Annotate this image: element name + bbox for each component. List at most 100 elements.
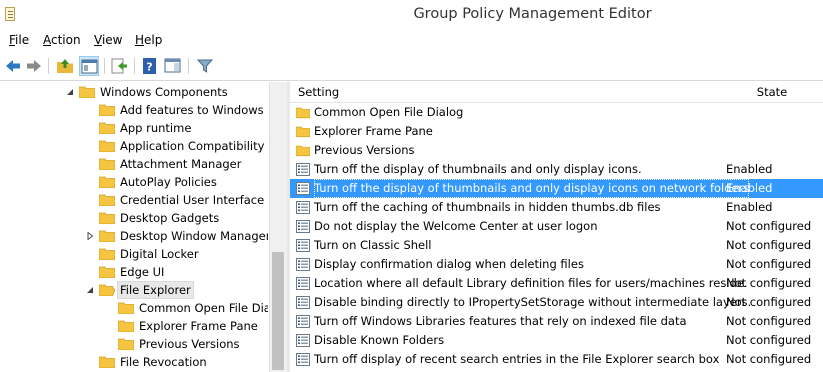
window-title: Group Policy Management Editor — [413, 6, 652, 22]
setting-name: Turn on Classic Shell — [314, 238, 432, 252]
menu-action[interactable]: Action — [43, 33, 81, 47]
tree-scrollbar[interactable] — [269, 82, 287, 372]
policy-setting-icon — [296, 239, 310, 252]
policy-setting-icon — [296, 277, 310, 290]
setting-state: Not configured — [726, 314, 812, 328]
setting-name: Location where all default Library defin… — [314, 276, 748, 290]
list-folder-row[interactable]: Common Open File Dialog — [290, 103, 823, 122]
setting-state: Enabled — [726, 181, 773, 195]
tree-item-desktop-window-manager[interactable]: Desktop Window Manager — [0, 227, 268, 245]
list-policy-row[interactable]: Display confirmation dialog when deletin… — [290, 255, 823, 274]
collapsed-arrow-icon[interactable] — [86, 232, 94, 240]
policy-setting-icon — [296, 220, 310, 233]
tree-item-explorer-frame-pane[interactable]: Explorer Frame Pane — [0, 317, 268, 335]
expanded-arrow-icon[interactable] — [86, 286, 94, 294]
menu-file[interactable]: File — [9, 33, 29, 47]
scrollbar-thumb[interactable] — [272, 252, 284, 370]
folder-icon — [99, 230, 115, 242]
setting-state: Not configured — [726, 219, 812, 233]
forward-arrow-icon[interactable] — [24, 56, 44, 76]
list-policy-row[interactable]: Turn off the caching of thumbnails in hi… — [290, 198, 823, 217]
up-folder-icon[interactable] — [55, 56, 75, 76]
folder-icon — [79, 86, 95, 98]
tree-item-application-compatibility[interactable]: Application Compatibility — [0, 137, 268, 155]
setting-name: Turn off the display of thumbnails and o… — [314, 162, 642, 176]
list-policy-row[interactable]: Turn off display of recent search entrie… — [290, 350, 823, 369]
list-policy-row[interactable]: Disable binding directly to IPropertySet… — [290, 293, 823, 312]
help-icon[interactable]: ? — [140, 56, 160, 76]
list-folder-row[interactable]: Previous Versions — [290, 141, 823, 160]
column-header-setting[interactable]: Setting — [290, 82, 729, 103]
folder-icon — [99, 176, 115, 188]
setting-state: Not configured — [726, 257, 812, 271]
folder-icon — [99, 122, 115, 134]
back-arrow-icon[interactable] — [3, 56, 23, 76]
setting-state: Not configured — [726, 295, 812, 309]
menu-help[interactable]: Help — [135, 33, 162, 47]
show-hide-tree-icon[interactable] — [79, 56, 99, 76]
folder-icon — [99, 140, 115, 152]
setting-name: Disable binding directly to IPropertySet… — [314, 295, 752, 309]
policy-setting-icon — [296, 163, 310, 176]
tree-item-digital-locker[interactable]: Digital Locker — [0, 245, 268, 263]
tree-item-autoplay-policies[interactable]: AutoPlay Policies — [0, 173, 268, 191]
expanded-arrow-icon[interactable] — [66, 88, 74, 96]
tree-pane[interactable]: Windows Components Add features to Windo… — [0, 82, 268, 372]
folder-icon — [99, 212, 115, 224]
setting-name: Display confirmation dialog when deletin… — [314, 257, 584, 271]
setting-state: Enabled — [726, 200, 773, 214]
title-bar: Group Policy Management Editor — [0, 0, 823, 30]
tree-item-app-runtime[interactable]: App runtime — [0, 119, 268, 137]
menu-view[interactable]: View — [94, 33, 122, 47]
toolbar: ? — [0, 52, 823, 81]
tree-item-attachment-manager[interactable]: Attachment Manager — [0, 155, 268, 173]
list-policy-row[interactable]: Turn off the display of thumbnails and o… — [290, 179, 823, 198]
folder-icon — [296, 107, 310, 119]
setting-name: Previous Versions — [314, 143, 415, 157]
setting-name: Turn off the display of thumbnails and o… — [314, 179, 750, 198]
tree-item-credential-user-interface[interactable]: Credential User Interface — [0, 191, 268, 209]
setting-state: Not configured — [726, 238, 812, 252]
properties-pane-icon[interactable] — [163, 56, 183, 76]
column-header-state[interactable]: State — [721, 82, 823, 103]
folder-icon — [99, 194, 115, 206]
tree-item-common-open-file-dialog[interactable]: Common Open File Dialog — [0, 299, 268, 317]
tree-item-previous-versions[interactable]: Previous Versions — [0, 335, 268, 353]
setting-state: Enabled — [726, 162, 773, 176]
setting-name: Do not display the Welcome Center at use… — [314, 219, 598, 233]
policy-setting-icon — [296, 296, 310, 309]
policy-setting-icon — [296, 353, 310, 366]
list-policy-row[interactable]: Disable Known Folders Not configured — [290, 331, 823, 350]
tree-item-windows-components[interactable]: Windows Components — [0, 83, 268, 101]
folder-icon — [296, 145, 310, 157]
policy-setting-icon — [296, 258, 310, 271]
filter-icon[interactable] — [195, 56, 215, 76]
svg-text:?: ? — [146, 61, 152, 74]
list-folder-row[interactable]: Explorer Frame Pane — [290, 122, 823, 141]
tree-item-edge-ui[interactable]: Edge UI — [0, 263, 268, 281]
setting-name: Explorer Frame Pane — [314, 124, 433, 138]
list-policy-row[interactable]: Turn off the display of thumbnails and o… — [290, 160, 823, 179]
open-folder-icon — [99, 284, 115, 296]
folder-icon — [99, 104, 115, 116]
policy-setting-icon — [296, 201, 310, 214]
tree-item-file-explorer[interactable]: File Explorer — [0, 281, 268, 299]
list-policy-row[interactable]: Location where all default Library defin… — [290, 274, 823, 293]
list-policy-row[interactable]: Turn on Classic Shell Not configured — [290, 236, 823, 255]
folder-icon — [99, 248, 115, 260]
menu-bar: File Action View Help — [0, 30, 823, 52]
list-policy-row[interactable]: Do not display the Welcome Center at use… — [290, 217, 823, 236]
tree-item-file-revocation[interactable]: File Revocation — [0, 353, 268, 371]
folder-icon — [99, 266, 115, 278]
policy-setting-icon — [296, 182, 310, 195]
list-policy-row[interactable]: Turn off Windows Libraries features that… — [290, 312, 823, 331]
tree-item-desktop-gadgets[interactable]: Desktop Gadgets — [0, 209, 268, 227]
setting-name: Common Open File Dialog — [314, 105, 464, 119]
folder-icon — [99, 158, 115, 170]
setting-state: Not configured — [726, 333, 812, 347]
export-list-icon[interactable] — [109, 56, 129, 76]
setting-name: Turn off Windows Libraries features that… — [314, 314, 687, 328]
tree-item-add-features[interactable]: Add features to Windows 8.1 — [0, 101, 268, 119]
folder-icon — [118, 320, 134, 332]
setting-name: Turn off the caching of thumbnails in hi… — [314, 200, 661, 214]
